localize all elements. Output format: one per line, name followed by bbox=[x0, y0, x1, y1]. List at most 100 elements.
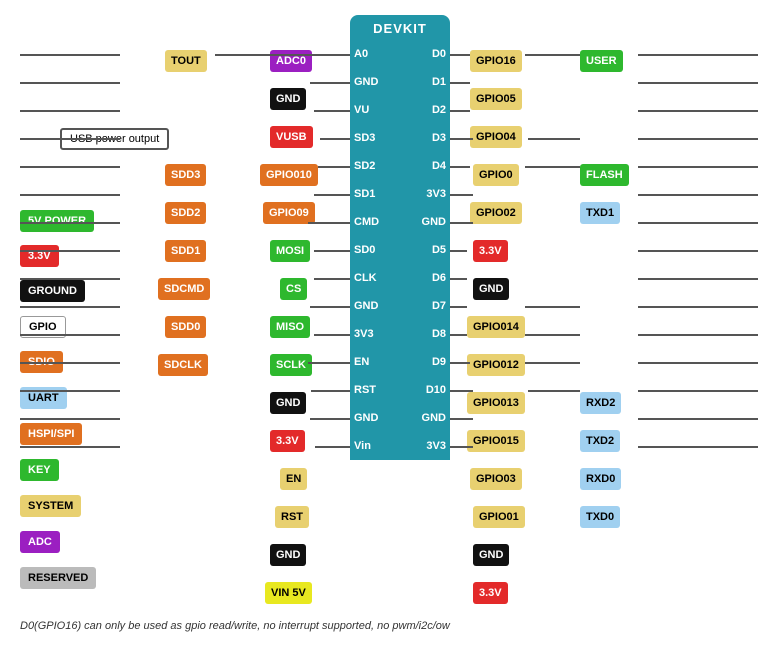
left-stub-14 bbox=[20, 446, 120, 448]
connector-line-right-gpio05 bbox=[450, 82, 470, 84]
pin-label-gnd1: GND bbox=[270, 88, 306, 110]
connector-line-left-en bbox=[308, 362, 350, 364]
chip-pin-right: D1 bbox=[418, 76, 446, 88]
pin-label-txd1: TXD1 bbox=[580, 202, 620, 224]
pin-label-gnd3: GND bbox=[270, 544, 306, 566]
chip-pin-left: CMD bbox=[354, 216, 382, 228]
legend-reserved: RESERVED bbox=[20, 567, 96, 589]
connector-line-right-gpio01 bbox=[450, 390, 473, 392]
legend-ground: GROUND bbox=[20, 280, 85, 302]
left-stub-2 bbox=[20, 110, 120, 112]
pin-label-en: EN bbox=[280, 468, 307, 490]
pin-label-rxd2: RXD2 bbox=[580, 392, 621, 414]
connector-line-ext-rxd0 bbox=[525, 362, 580, 364]
pin-label-gpio03: GPIO03 bbox=[470, 468, 522, 490]
pin-label-sdcmd: SDCMD bbox=[158, 278, 210, 300]
chip-pin-left: SD2 bbox=[354, 160, 382, 172]
chip-row: CMD GND bbox=[350, 208, 450, 236]
chip-pin-right: D6 bbox=[418, 272, 446, 284]
pin-label-sdd3: SDD3 bbox=[165, 164, 206, 186]
right-stub-8 bbox=[638, 278, 758, 280]
pin-label-vusb: VUSB bbox=[270, 126, 313, 148]
pin-label-gpio02: GPIO02 bbox=[470, 202, 522, 224]
left-stub-1 bbox=[20, 82, 120, 84]
chip-pin-left: EN bbox=[354, 356, 382, 368]
pin-label-sdd1: SDD1 bbox=[165, 240, 206, 262]
connector-line-ext-txd2 bbox=[525, 334, 580, 336]
pin-label-v33_1: 3.3V bbox=[270, 430, 305, 452]
chip-pin-left: RST bbox=[354, 384, 382, 396]
connector-line-left-gpio010 bbox=[320, 138, 350, 140]
pin-label-miso: MISO bbox=[270, 316, 310, 338]
legend-hspi-spi: HSPI/SPI bbox=[20, 423, 82, 445]
chip-pin-left: GND bbox=[354, 300, 382, 312]
chip-pin-left: GND bbox=[354, 412, 382, 424]
chip-row: SD2D4 bbox=[350, 152, 450, 180]
pin-label-gpio04: GPIO04 bbox=[470, 126, 522, 148]
right-stub-2 bbox=[638, 110, 758, 112]
pin-label-gnd_r1: GND bbox=[473, 278, 509, 300]
left-stub-5 bbox=[20, 194, 120, 196]
pin-label-gpio01: GPIO01 bbox=[473, 506, 525, 528]
pin-label-gpio0: GPIO0 bbox=[473, 164, 519, 186]
right-stub-4 bbox=[638, 166, 758, 168]
chip-title: DEVKIT bbox=[373, 15, 427, 40]
chip-row: GND GND bbox=[350, 404, 450, 432]
pin-label-txd2: TXD2 bbox=[580, 430, 620, 452]
pin-label-sdd0: SDD0 bbox=[165, 316, 206, 338]
left-stub-0 bbox=[20, 54, 120, 56]
chip-pin-left: A0 bbox=[354, 48, 382, 60]
chip-pin-left: SD1 bbox=[354, 188, 382, 200]
right-stub-3 bbox=[638, 138, 758, 140]
chip-row: GND D7 bbox=[350, 292, 450, 320]
chip-row: A0D0 bbox=[350, 40, 450, 68]
connector-line-right-gpio015 bbox=[450, 334, 467, 336]
pin-label-mosi: MOSI bbox=[270, 240, 310, 262]
connector-line-right-gpio0 bbox=[450, 138, 473, 140]
left-stub-9 bbox=[20, 306, 120, 308]
right-stub-0 bbox=[638, 54, 758, 56]
pin-label-gpio16: GPIO16 bbox=[470, 50, 522, 72]
diagram-area: USB power output DEVKIT A0D0GNDD1VUD2SD3… bbox=[10, 10, 765, 640]
chip-pin-left: SD0 bbox=[354, 244, 382, 256]
pin-label-gpio014: GPIO014 bbox=[467, 316, 525, 338]
chip-row: Vin3V3 bbox=[350, 432, 450, 460]
chip-row: RSTD10 bbox=[350, 376, 450, 404]
right-stub-10 bbox=[638, 334, 758, 336]
pin-label-gpio09: GPIO09 bbox=[263, 202, 315, 224]
connector-line-left-vusb bbox=[314, 110, 350, 112]
left-stub-10 bbox=[20, 334, 120, 336]
left-stub-4 bbox=[20, 166, 120, 168]
pin-label-sdclk: SDCLK bbox=[158, 354, 208, 376]
pin-label-gpio010: GPIO010 bbox=[260, 164, 318, 186]
chip-pin-right: D8 bbox=[418, 328, 446, 340]
chip-row: 3V3D8 bbox=[350, 320, 450, 348]
pin-label-txd0: TXD0 bbox=[580, 506, 620, 528]
legend-adc: ADC bbox=[20, 531, 60, 553]
left-stub-11 bbox=[20, 362, 120, 364]
connector-line-right-gpio16 bbox=[450, 54, 470, 56]
connector-line-right-gpio013 bbox=[450, 306, 467, 308]
chip-pin-right: D5 bbox=[418, 244, 446, 256]
chip-pin-right: GND bbox=[418, 216, 446, 228]
connector-line-ext-user bbox=[525, 54, 580, 56]
footnote: D0(GPIO16) can only be used as gpio read… bbox=[20, 620, 450, 632]
chip-row: SD13V3 bbox=[350, 180, 450, 208]
right-stub-13 bbox=[638, 418, 758, 420]
connector-line-right-gnd_r2 bbox=[450, 418, 473, 420]
pin-label-gnd2: GND bbox=[270, 392, 306, 414]
chip-pin-left: Vin bbox=[354, 440, 382, 452]
connector-line-right-v33_r2 bbox=[450, 446, 473, 448]
chip: DEVKIT A0D0GNDD1VUD2SD3D3SD2D4SD13V3CMDG… bbox=[350, 15, 450, 460]
chip-pin-left: CLK bbox=[354, 272, 382, 284]
connector-line-right-gpio014 bbox=[450, 250, 467, 252]
chip-pin-right: D7 bbox=[418, 300, 446, 312]
pin-label-gpio013: GPIO013 bbox=[467, 392, 525, 414]
connector-line-right-gpio02 bbox=[450, 166, 470, 168]
pin-label-user: USER bbox=[580, 50, 623, 72]
connector-line-left-mosi bbox=[314, 194, 350, 196]
page-wrapper: USB power output DEVKIT A0D0GNDD1VUD2SD3… bbox=[0, 0, 775, 660]
chip-pin-right: D2 bbox=[418, 104, 446, 116]
pin-label-rxd0: RXD0 bbox=[580, 468, 621, 490]
chip-pin-right: GND bbox=[418, 412, 446, 424]
